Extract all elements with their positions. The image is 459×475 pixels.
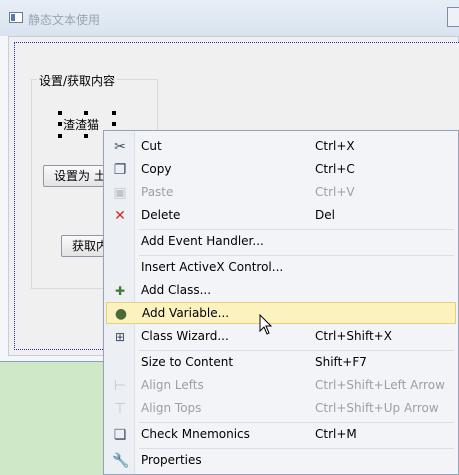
- static-text-control[interactable]: 渣渣猫: [63, 116, 99, 133]
- menu-item-label: Add Variable...: [142, 306, 230, 320]
- resize-handle-ml[interactable]: [58, 122, 62, 126]
- menu-item-class-wizard[interactable]: ⊞ Class Wizard... Ctrl+Shift+X: [106, 326, 456, 348]
- menu-separator: [139, 422, 454, 423]
- menu-item-label: Add Event Handler...: [141, 234, 264, 248]
- menu-item-label: Class Wizard...: [141, 329, 229, 343]
- menu-item-shortcut: Ctrl+Shift+X: [315, 329, 392, 343]
- add-variable-icon: ●: [114, 306, 128, 322]
- menu-item-size-to-content[interactable]: Size to Content Shift+F7: [106, 352, 456, 374]
- paste-icon: ▣: [113, 185, 127, 201]
- align-top-icon: ⊤: [113, 401, 127, 417]
- resize-handle-bl[interactable]: [58, 134, 62, 138]
- menu-item-add-variable[interactable]: ● Add Variable...: [106, 302, 456, 324]
- menu-item-copy[interactable]: ❐ Copy Ctrl+C: [106, 159, 456, 181]
- title-bar: 静态文本使用: [0, 0, 459, 36]
- scissors-icon: ✂: [114, 139, 126, 155]
- menu-item-paste: ▣ Paste Ctrl+V: [106, 182, 456, 204]
- app-window-icon: [9, 12, 23, 23]
- window-title: 静态文本使用: [28, 13, 101, 27]
- properties-icon: 🔧: [112, 453, 130, 469]
- menu-item-label: Align Tops: [141, 401, 202, 415]
- resize-handle-bm[interactable]: [84, 134, 88, 138]
- menu-item-delete[interactable]: ✕ Delete Del: [106, 205, 456, 227]
- menu-item-label: Align Lefts: [141, 378, 204, 392]
- menu-item-label: Insert ActiveX Control...: [141, 260, 284, 274]
- set-content-button[interactable]: 设置为 土: [43, 165, 109, 187]
- get-content-button[interactable]: 获取内: [61, 235, 109, 257]
- class-wizard-icon: ⊞: [114, 330, 126, 344]
- resize-handle-tr[interactable]: [112, 111, 116, 115]
- resize-handle-mr[interactable]: [112, 122, 116, 126]
- copy-icon: ❐: [113, 162, 127, 178]
- resize-handle-tl[interactable]: [58, 111, 62, 115]
- menu-item-add-class[interactable]: ✚ Add Class...: [106, 280, 456, 302]
- menu-item-shortcut: Ctrl+Shift+Up Arrow: [315, 401, 439, 415]
- menu-item-label: Size to Content: [141, 355, 234, 369]
- menu-item-align-tops: ⊤ Align Tops Ctrl+Shift+Up Arrow: [106, 398, 456, 420]
- menu-item-label: Add Class...: [141, 283, 212, 297]
- align-left-icon: ⊢: [113, 378, 127, 394]
- menu-item-label: Copy: [141, 162, 172, 176]
- menu-item-shortcut: Shift+F7: [315, 355, 367, 369]
- menu-item-label: Delete: [141, 208, 181, 222]
- add-class-icon: ✚: [114, 284, 126, 298]
- menu-item-cut[interactable]: ✂ Cut Ctrl+X: [106, 136, 456, 158]
- menu-item-shortcut: Ctrl+M: [315, 427, 357, 441]
- menu-item-insert-activex[interactable]: Insert ActiveX Control...: [106, 257, 456, 279]
- menu-item-label: Cut: [141, 139, 162, 153]
- mouse-cursor-icon: [259, 314, 273, 335]
- menu-item-add-event-handler[interactable]: Add Event Handler...: [106, 231, 456, 253]
- check-mnemonics-icon: ❏: [113, 427, 127, 443]
- delete-icon: ✕: [114, 208, 126, 224]
- menu-item-shortcut: Ctrl+V: [315, 185, 355, 199]
- group-box-label: 设置/获取内容: [37, 72, 118, 89]
- menu-item-label: Check Mnemonics: [141, 427, 250, 441]
- resize-handle-tm[interactable]: [84, 111, 88, 115]
- menu-separator: [139, 255, 454, 256]
- menu-separator: [139, 448, 454, 449]
- menu-separator: [139, 229, 454, 230]
- menu-item-shortcut: Ctrl+C: [315, 162, 355, 176]
- menu-item-align-lefts: ⊢ Align Lefts Ctrl+Shift+Left Arrow: [106, 375, 456, 397]
- context-menu: ✂ Cut Ctrl+X ❐ Copy Ctrl+C ▣ Paste Ctrl+…: [103, 130, 459, 475]
- menu-item-label: Properties: [141, 453, 202, 467]
- menu-item-check-mnemonics[interactable]: ❏ Check Mnemonics Ctrl+M: [106, 424, 456, 446]
- menu-item-shortcut: Ctrl+X: [315, 139, 355, 153]
- menu-separator: [139, 350, 454, 351]
- menu-item-label: Paste: [141, 185, 174, 199]
- menu-item-shortcut: Del: [315, 208, 335, 222]
- menu-item-properties[interactable]: 🔧 Properties: [106, 450, 456, 472]
- window-control-button[interactable]: [447, 7, 459, 27]
- menu-item-shortcut: Ctrl+Shift+Left Arrow: [315, 378, 445, 392]
